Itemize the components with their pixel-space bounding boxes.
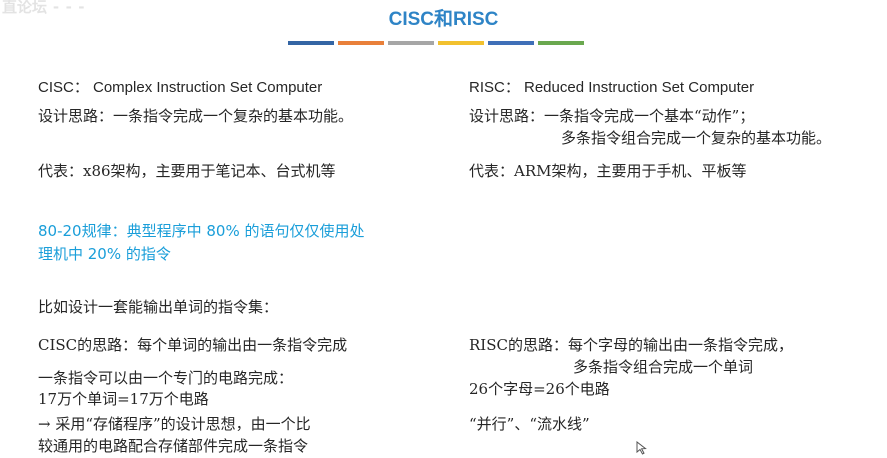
slide-title: CISC和RISC bbox=[388, 9, 499, 30]
risc-approach-line2: 多条指令组合完成一个单词 bbox=[573, 358, 754, 376]
risc-definition: RISC： Reduced Instruction Set Computer bbox=[469, 79, 755, 96]
underline-bar bbox=[488, 41, 534, 45]
example-intro: 比如设计一套能输出单词的指令集： bbox=[38, 298, 279, 316]
risc-design-idea-line1: 设计思路：一条指令完成一个基本“动作”； bbox=[469, 107, 755, 125]
cisc-design-idea: 设计思路：一条指令完成一个复杂的基本功能。 bbox=[38, 107, 354, 125]
stored-program-line1: → 采用“存储程序”的设计思想，由一个比 bbox=[38, 415, 311, 433]
cisc-circuit-note: 一条指令可以由一个专门的电路完成： bbox=[38, 369, 294, 387]
rule-80-20-line1: 80-20规律：典型程序中 80% 的语句仅仅使用处 bbox=[38, 222, 365, 240]
risc-representative: 代表：ARM架构，主要用于手机、平板等 bbox=[469, 162, 747, 180]
cisc-representative: 代表：x86架构，主要用于笔记本、台式机等 bbox=[38, 162, 336, 180]
cisc-approach: CISC的思路：每个单词的输出由一条指令完成 bbox=[38, 336, 348, 354]
underline-bar bbox=[288, 41, 334, 45]
risc-approach-line1: RISC的思路：每个字母的输出由一条指令完成， bbox=[469, 336, 793, 354]
risc-circuit-count: 26个字母=26个电路 bbox=[469, 380, 610, 398]
mouse-cursor-icon bbox=[636, 441, 647, 455]
cisc-definition: CISC： Complex Instruction Set Computer bbox=[38, 79, 323, 96]
underline-bar bbox=[338, 41, 384, 45]
title-underline-bars bbox=[288, 41, 584, 45]
stored-program-line2: 较通用的电路配合存储部件完成一条指令 bbox=[38, 437, 309, 455]
rule-80-20-line2: 理机中 20% 的指令 bbox=[38, 245, 171, 263]
risc-design-idea-line2: 多条指令组合完成一个复杂的基本功能。 bbox=[561, 129, 832, 147]
underline-bar bbox=[538, 41, 584, 45]
underline-bar bbox=[388, 41, 434, 45]
parallel-pipeline: “并行”、“流水线” bbox=[469, 415, 590, 433]
cisc-circuit-count: 17万个单词=17万个电路 bbox=[38, 390, 209, 408]
underline-bar bbox=[438, 41, 484, 45]
